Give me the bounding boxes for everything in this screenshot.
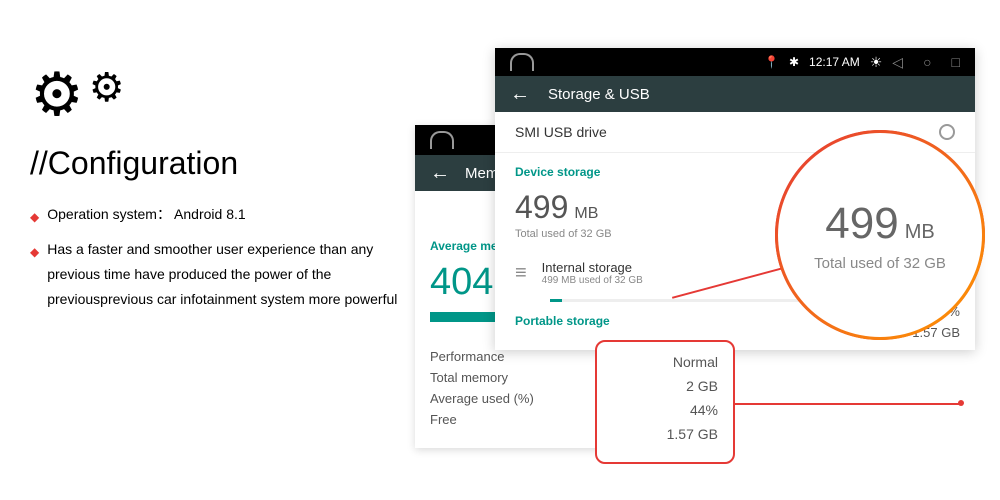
- callout-row: 44%: [612, 402, 718, 418]
- memory-number: 404: [430, 261, 493, 304]
- diamond-icon: ◆: [30, 242, 39, 264]
- stat-label: Free: [430, 412, 457, 427]
- callout-row: 1.57 GB: [612, 426, 718, 442]
- brightness-icon[interactable]: ☀: [870, 54, 883, 71]
- connector-line: [735, 403, 960, 405]
- home-nav-icon[interactable]: ○: [923, 54, 931, 71]
- app-header: ← Storage & USB: [495, 76, 975, 112]
- storage-unit: MB: [574, 205, 598, 223]
- bullet-text: Operation system： Android 8.1: [47, 202, 245, 227]
- bluetooth-icon: ✱: [789, 55, 799, 69]
- back-icon[interactable]: ←: [430, 162, 450, 185]
- location-icon: 📍: [764, 55, 779, 69]
- stat-label: Average used (%): [430, 391, 534, 406]
- magnify-callout: 499 MB Total used of 32 GB: [775, 130, 985, 340]
- stat-label: Total memory: [430, 370, 508, 385]
- feature-list: ◆ Operation system： Android 8.1 ◆ Has a …: [30, 202, 410, 312]
- callout-row: Normal: [612, 354, 718, 370]
- configuration-panel: ⚙ ⚙ //Configuration ◆ Operation system： …: [30, 60, 410, 320]
- status-right: 📍 ✱ 12:17 AM ☀ ◁ ○ □: [764, 54, 960, 71]
- gear-icon: ⚙: [89, 65, 125, 111]
- magnify-unit: MB: [905, 221, 935, 244]
- progress-fill: [550, 299, 562, 302]
- storage-number: 499: [515, 189, 568, 226]
- storage-icon: ≡: [515, 262, 527, 285]
- recent-nav-icon[interactable]: □: [952, 54, 960, 71]
- gear-icons: ⚙ ⚙: [30, 60, 410, 130]
- radio-icon[interactable]: [939, 124, 955, 140]
- header-title: Storage & USB: [548, 86, 650, 103]
- status-bar: 📍 ✱ 12:17 AM ☀ ◁ ○ □: [495, 48, 975, 76]
- magnify-number: 499: [825, 199, 898, 249]
- list-item: ◆ Has a faster and smoother user experie…: [30, 237, 410, 313]
- list-item: ◆ Operation system： Android 8.1: [30, 202, 410, 229]
- nav-icons: ◁ ○ □: [892, 54, 960, 71]
- home-icon[interactable]: [510, 53, 534, 71]
- usb-label: SMI USB drive: [515, 124, 607, 140]
- bullet-text: Has a faster and smoother user experienc…: [47, 237, 410, 313]
- back-icon[interactable]: ←: [510, 83, 530, 106]
- diamond-icon: ◆: [30, 207, 39, 229]
- stat-label: Performance: [430, 349, 504, 364]
- back-nav-icon[interactable]: ◁: [892, 54, 903, 71]
- callout-row: 2 GB: [612, 378, 718, 394]
- config-title: //Configuration: [30, 145, 410, 182]
- magnify-value: 499 MB: [814, 199, 946, 249]
- header-title: Mem: [465, 165, 498, 182]
- magnify-subtext: Total used of 32 GB: [814, 255, 946, 272]
- clock-text: 12:17 AM: [809, 55, 860, 69]
- home-icon[interactable]: [430, 131, 454, 149]
- gear-icon: ⚙: [30, 60, 84, 130]
- stats-callout: Normal 2 GB 44% 1.57 GB: [595, 340, 735, 464]
